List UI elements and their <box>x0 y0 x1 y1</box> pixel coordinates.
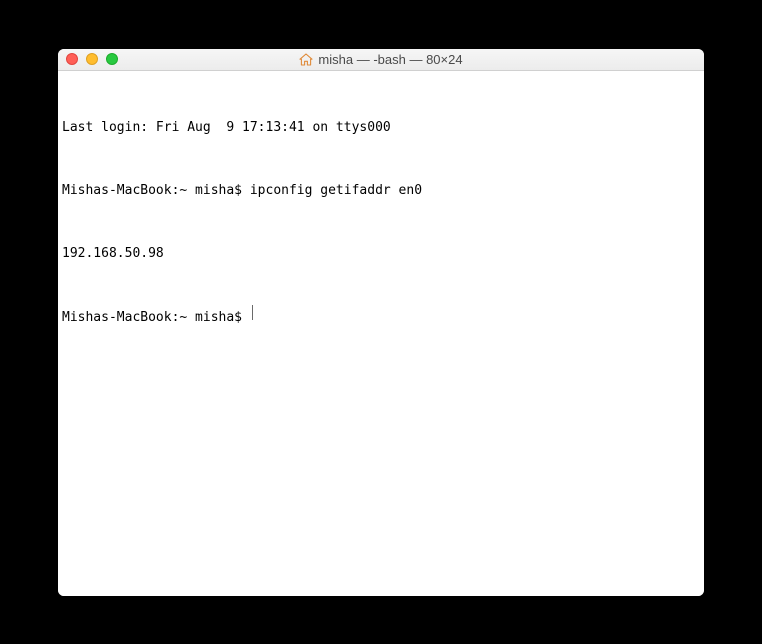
command-line-2: Mishas-MacBook:~ misha$ <box>62 306 700 328</box>
close-button[interactable] <box>66 53 78 65</box>
command-line-1: Mishas-MacBook:~ misha$ ipconfig getifad… <box>62 180 700 201</box>
output-line-1: 192.168.50.98 <box>62 243 700 264</box>
prompt-1: Mishas-MacBook:~ misha$ <box>62 183 250 198</box>
home-icon <box>299 53 313 66</box>
traffic-lights <box>58 53 118 65</box>
titlebar[interactable]: misha — -bash — 80×24 <box>58 49 704 71</box>
window-title: misha — -bash — 80×24 <box>318 52 462 67</box>
command-1: ipconfig getifaddr en0 <box>250 183 422 198</box>
window-title-wrap: misha — -bash — 80×24 <box>58 52 704 67</box>
cursor <box>252 305 253 320</box>
prompt-2: Mishas-MacBook:~ misha$ <box>62 307 250 328</box>
terminal-body[interactable]: Last login: Fri Aug 9 17:13:41 on ttys00… <box>58 71 704 596</box>
terminal-window: misha — -bash — 80×24 Last login: Fri Au… <box>58 49 704 596</box>
zoom-button[interactable] <box>106 53 118 65</box>
minimize-button[interactable] <box>86 53 98 65</box>
last-login-line: Last login: Fri Aug 9 17:13:41 on ttys00… <box>62 117 700 138</box>
